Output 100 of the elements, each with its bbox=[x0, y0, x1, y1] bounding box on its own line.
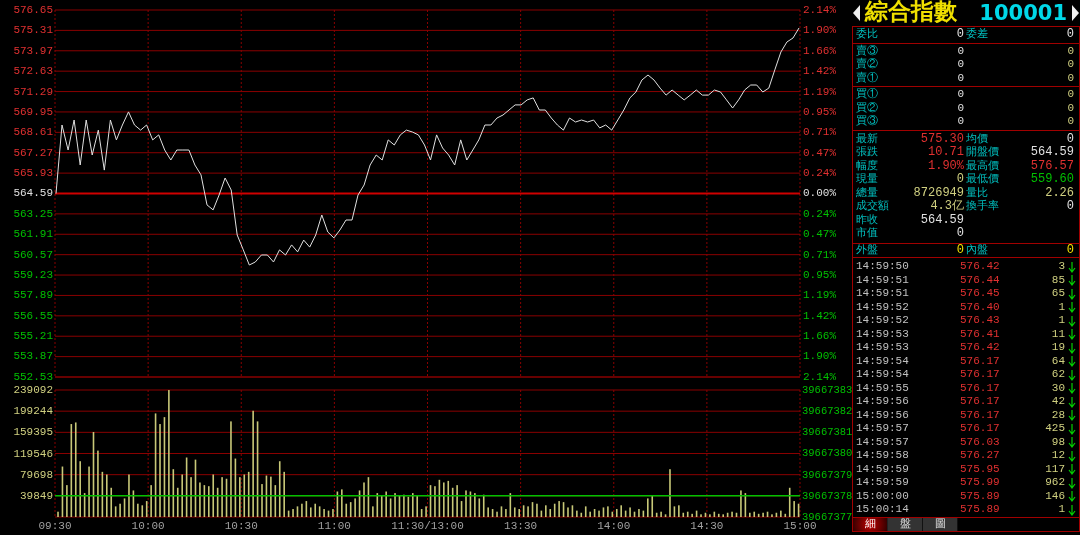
tick-time: 15:00:14 bbox=[856, 503, 910, 517]
tick-time: 14:59:51 bbox=[856, 287, 910, 301]
volume-bar bbox=[571, 505, 574, 517]
axis-label: 565.93 bbox=[13, 167, 53, 179]
volume-bar bbox=[305, 501, 308, 517]
time-label: 10:30 bbox=[224, 520, 258, 532]
field-value: 564.59 bbox=[920, 213, 964, 227]
axis-label: 0.00% bbox=[803, 187, 836, 200]
field-value: 2.26 bbox=[1045, 186, 1074, 200]
field-label: 市值 bbox=[856, 227, 878, 241]
field-label: 買② bbox=[856, 101, 878, 115]
field-label: 賣② bbox=[856, 58, 878, 71]
volume-bar bbox=[101, 471, 104, 517]
axis-label: 0.24% bbox=[803, 167, 836, 179]
tick-time: 14:59:55 bbox=[856, 381, 910, 395]
tick-volume: 962 bbox=[1044, 476, 1066, 490]
tick-volume: 85 bbox=[1050, 273, 1066, 287]
volume-bar bbox=[438, 479, 441, 517]
axis-label: 39667379 bbox=[802, 468, 853, 481]
tick-price: 576.17 bbox=[960, 408, 1001, 422]
tick-time: 14:59:56 bbox=[856, 408, 910, 422]
volume-bar bbox=[562, 502, 565, 517]
field-label: 最高價 bbox=[966, 159, 999, 173]
tick-time: 14:59:54 bbox=[856, 354, 910, 368]
volume-bar bbox=[123, 498, 126, 517]
volume-bar bbox=[398, 495, 401, 517]
tick-price: 576.45 bbox=[960, 287, 1001, 301]
volume-bar bbox=[766, 511, 769, 517]
field-value: 0 bbox=[957, 88, 964, 102]
axis-label: 1.19% bbox=[803, 289, 836, 302]
volume-bar bbox=[367, 477, 370, 517]
volume-bar bbox=[83, 493, 86, 517]
volume-bar bbox=[318, 506, 321, 517]
field-value: 0 bbox=[1067, 71, 1075, 85]
field-label: 量比 bbox=[966, 186, 988, 199]
field-value: 10.71 bbox=[928, 146, 964, 160]
volume-bar bbox=[61, 466, 64, 517]
axis-label: 0.71% bbox=[803, 248, 836, 261]
field-label: 委差 bbox=[966, 28, 988, 42]
volume-bar bbox=[491, 509, 494, 517]
field-label: 買③ bbox=[856, 115, 878, 129]
field-value: 0 bbox=[1067, 88, 1075, 102]
previous-icon[interactable] bbox=[852, 4, 861, 22]
tick-time: 14:59:50 bbox=[856, 260, 910, 274]
field-label: 總量 bbox=[856, 186, 878, 200]
tick-volume: 3 bbox=[1057, 260, 1066, 274]
field-label: 開盤價 bbox=[966, 146, 999, 160]
axis-label: 575.31 bbox=[13, 24, 53, 37]
axis-label: 560.57 bbox=[13, 248, 53, 261]
axis-label: 1.90% bbox=[803, 24, 836, 37]
axis-label: 559.23 bbox=[13, 268, 53, 281]
axis-label: 573.97 bbox=[13, 44, 53, 57]
axis-label: 159395 bbox=[13, 426, 53, 439]
time-label: 15:00 bbox=[783, 520, 817, 532]
axis-label: 39667382 bbox=[802, 405, 853, 418]
volume-bar bbox=[420, 509, 423, 517]
time-label: 10:00 bbox=[131, 520, 165, 532]
field-label: 內盤 bbox=[966, 243, 988, 257]
next-icon[interactable] bbox=[1071, 4, 1080, 22]
volume-bar bbox=[327, 510, 330, 517]
axis-label: 39667381 bbox=[802, 426, 853, 439]
volume-bar bbox=[296, 506, 299, 517]
tick-volume: 98 bbox=[1050, 435, 1066, 449]
tick-volume: 117 bbox=[1044, 462, 1066, 476]
tick-time: 14:59:53 bbox=[856, 341, 910, 355]
volume-bar bbox=[389, 498, 392, 517]
axis-label: 556.55 bbox=[13, 309, 53, 322]
field-value: 0 bbox=[1067, 115, 1075, 129]
axis-label: 563.25 bbox=[13, 207, 53, 220]
tick-time: 15:00:00 bbox=[856, 489, 910, 503]
axis-label: 119546 bbox=[13, 447, 53, 460]
field-value: 1.90% bbox=[928, 159, 964, 173]
axis-label: 39667380 bbox=[802, 447, 853, 460]
volume-bar bbox=[429, 485, 432, 517]
tick-volume: 64 bbox=[1050, 354, 1066, 368]
field-value: 0 bbox=[1066, 132, 1074, 146]
axis-label: 2.14% bbox=[803, 370, 836, 383]
tick-price: 575.99 bbox=[960, 476, 1001, 490]
tick-time: 14:59:59 bbox=[856, 462, 910, 476]
axis-label: 561.91 bbox=[13, 228, 53, 241]
field-label: 成交額 bbox=[856, 200, 889, 214]
tick-time: 14:59:52 bbox=[856, 300, 910, 314]
field-value: 0 bbox=[956, 28, 964, 42]
field-value: 0 bbox=[956, 227, 964, 241]
axis-label: 572.63 bbox=[13, 65, 53, 78]
axis-label: 557.89 bbox=[13, 289, 53, 302]
volume-bar bbox=[664, 514, 667, 517]
volume-bar bbox=[540, 510, 543, 517]
tick-time: 14:59:56 bbox=[856, 395, 910, 409]
field-value: 8726949 bbox=[913, 186, 964, 200]
tick-time: 14:59:52 bbox=[856, 314, 910, 328]
tick-time: 14:59:54 bbox=[856, 368, 910, 382]
volume-bar bbox=[522, 505, 525, 517]
tick-volume: 28 bbox=[1050, 408, 1066, 422]
tick-price: 576.17 bbox=[960, 395, 1001, 409]
axis-label: 1.90% bbox=[803, 350, 836, 363]
field-label: 最新 bbox=[856, 132, 878, 146]
field-value: 0 bbox=[956, 173, 964, 187]
axis-label: 0.24% bbox=[803, 207, 836, 220]
axis-label: 2.14% bbox=[803, 4, 836, 16]
